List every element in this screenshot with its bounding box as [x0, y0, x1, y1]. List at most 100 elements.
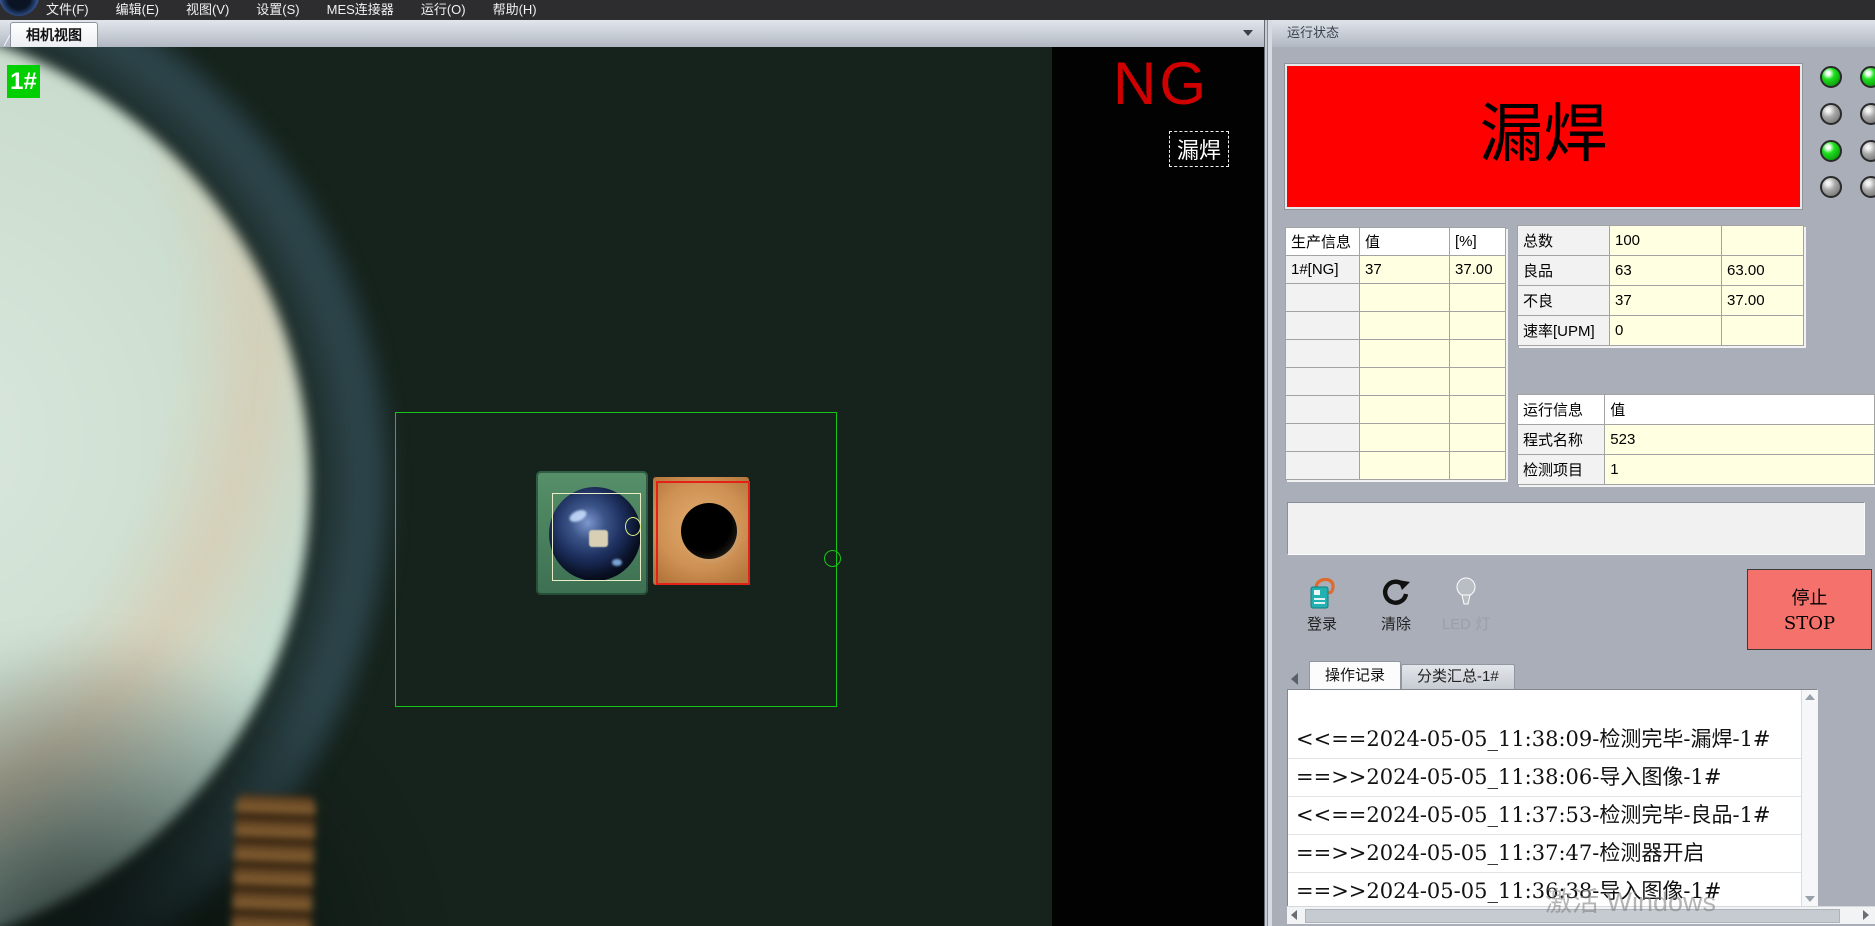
led-indicator	[1820, 176, 1842, 198]
scrollbar-thumb[interactable]	[1305, 909, 1840, 923]
cell-empty	[1450, 284, 1506, 312]
table-row: 检测项目 1	[1518, 455, 1875, 485]
tab-operation-log[interactable]: 操作记录	[1309, 661, 1401, 689]
log-entry[interactable]: ==>>2024-05-05_11:37:47-检测器开启	[1288, 835, 1817, 873]
cell-empty	[1360, 368, 1450, 396]
table-row	[1286, 368, 1506, 396]
led-indicator	[1860, 103, 1875, 125]
scroll-down-icon[interactable]	[1805, 896, 1815, 902]
column-header: 运行信息	[1518, 395, 1605, 425]
table-row	[1286, 284, 1506, 312]
clear-button[interactable]: 清除	[1368, 574, 1424, 634]
table-row	[1286, 312, 1506, 340]
table-row	[1286, 396, 1506, 424]
cell-value: 63.00	[1722, 256, 1804, 286]
tab-scroll-left-icon[interactable]	[1287, 669, 1303, 689]
app-window: 文件(F) 编辑(E) 视图(V) 设置(S) MES连接器 运行(O) 帮助(…	[0, 0, 1875, 926]
stop-button[interactable]: 停止 STOP	[1747, 569, 1872, 650]
led-indicators	[1820, 66, 1875, 226]
cell-value: 0	[1610, 316, 1722, 346]
menu-file[interactable]: 文件(F)	[46, 0, 89, 20]
led-indicator	[1860, 140, 1875, 162]
panel-title: 运行状态	[1287, 20, 1339, 46]
cell-empty	[1286, 284, 1360, 312]
led-indicator	[1860, 66, 1875, 88]
log-horizontal-scrollbar[interactable]	[1287, 906, 1875, 924]
table-row: 程式名称 523	[1518, 425, 1875, 455]
inspection-roi-box	[395, 412, 837, 707]
row-label: 检测项目	[1518, 455, 1605, 485]
cell-empty	[1360, 452, 1450, 480]
cell-empty	[1360, 340, 1450, 368]
cell-empty	[1286, 368, 1360, 396]
table-row	[1286, 424, 1506, 452]
menu-help[interactable]: 帮助(H)	[493, 0, 537, 20]
cell-value: 37	[1360, 256, 1450, 284]
table-header-row: 运行信息 值	[1518, 395, 1875, 425]
table-row	[1286, 452, 1506, 480]
message-box	[1287, 502, 1865, 555]
table-row: 不良 37 37.00	[1518, 286, 1804, 316]
cell-empty	[1450, 312, 1506, 340]
row-label: 程式名称	[1518, 425, 1605, 455]
chevron-down-icon[interactable]	[1243, 30, 1253, 36]
image-black-margin	[1052, 47, 1264, 926]
row-label: 不良	[1518, 286, 1610, 316]
cell-empty	[1286, 452, 1360, 480]
led-indicator	[1820, 103, 1842, 125]
led-light-label: LED 灯	[1438, 613, 1494, 634]
log-entry[interactable]: <<==2024-05-05_11:37:53-检测完毕-良品-1#	[1288, 797, 1817, 835]
column-header: 值	[1605, 395, 1875, 425]
log-entry[interactable]: <<==2024-05-05_11:38:09-检测完毕-漏焊-1#	[1288, 721, 1817, 759]
status-panel-titlebar: 运行状态	[1272, 20, 1875, 47]
run-info-table: 运行信息 值 程式名称 523 检测项目 1	[1517, 394, 1875, 485]
operation-log-list: <<==2024-05-05_11:38:09-检测完毕-漏焊-1# ==>>2…	[1287, 689, 1818, 907]
scroll-up-icon[interactable]	[1805, 694, 1815, 700]
cell-value: 37	[1610, 286, 1722, 316]
clear-label: 清除	[1368, 613, 1424, 634]
id-badge-icon	[1304, 574, 1340, 610]
column-header: [%]	[1450, 228, 1506, 256]
log-entry[interactable]: ==>>2024-05-05_11:38:06-导入图像-1#	[1288, 759, 1817, 797]
cell-empty	[1286, 396, 1360, 424]
table-header-row: 生产信息 值 [%]	[1286, 228, 1506, 256]
row-label: 良品	[1518, 256, 1610, 286]
row-label: 总数	[1518, 226, 1610, 256]
column-header: 值	[1360, 228, 1450, 256]
log-tabrow: 操作记录 分类汇总-1#	[1287, 661, 1515, 689]
log-entry[interactable]: ==>>2024-05-05_11:36:38-导入图像-1#	[1288, 873, 1817, 907]
roi-node-marker	[824, 550, 841, 567]
connector-blur	[230, 794, 316, 926]
table-row: 良品 63 63.00	[1518, 256, 1804, 286]
cell-empty	[1450, 396, 1506, 424]
login-button[interactable]: 登录	[1294, 574, 1350, 634]
cell-empty	[1286, 312, 1360, 340]
panel-divider[interactable]	[1264, 20, 1272, 926]
cell-empty	[1450, 368, 1506, 396]
led-light-button[interactable]: LED 灯	[1438, 574, 1494, 634]
menu-run[interactable]: 运行(O)	[421, 0, 466, 20]
menu-settings[interactable]: 设置(S)	[256, 0, 299, 20]
cell-value: 523	[1605, 425, 1875, 455]
production-table: 生产信息 值 [%] 1#[NG] 37 37.00	[1285, 227, 1506, 480]
app-logo-icon[interactable]	[0, 0, 39, 16]
tab-camera-view[interactable]: 相机视图	[10, 22, 98, 47]
menu-bar: 文件(F) 编辑(E) 视图(V) 设置(S) MES连接器 运行(O) 帮助(…	[0, 0, 1875, 20]
led-indicator	[1860, 176, 1875, 198]
cell-value	[1722, 226, 1804, 256]
cell-value: 1	[1605, 455, 1875, 485]
cell-empty	[1360, 284, 1450, 312]
tab-classification-summary[interactable]: 分类汇总-1#	[1401, 664, 1515, 689]
log-scroll-gap	[1288, 690, 1817, 721]
log-vertical-scrollbar[interactable]	[1801, 690, 1817, 906]
menu-view[interactable]: 视图(V)	[186, 0, 229, 20]
lightbulb-icon	[1448, 574, 1484, 610]
status-banner: 漏焊	[1287, 66, 1800, 207]
menu-edit[interactable]: 编辑(E)	[116, 0, 159, 20]
camera-tabstrip: 相机视图	[0, 20, 1264, 47]
column-header: 生产信息	[1286, 228, 1360, 256]
scroll-right-icon[interactable]	[1863, 910, 1869, 920]
cell-empty	[1286, 424, 1360, 452]
menu-mes-connector[interactable]: MES连接器	[327, 0, 394, 20]
scroll-left-icon[interactable]	[1291, 910, 1297, 920]
